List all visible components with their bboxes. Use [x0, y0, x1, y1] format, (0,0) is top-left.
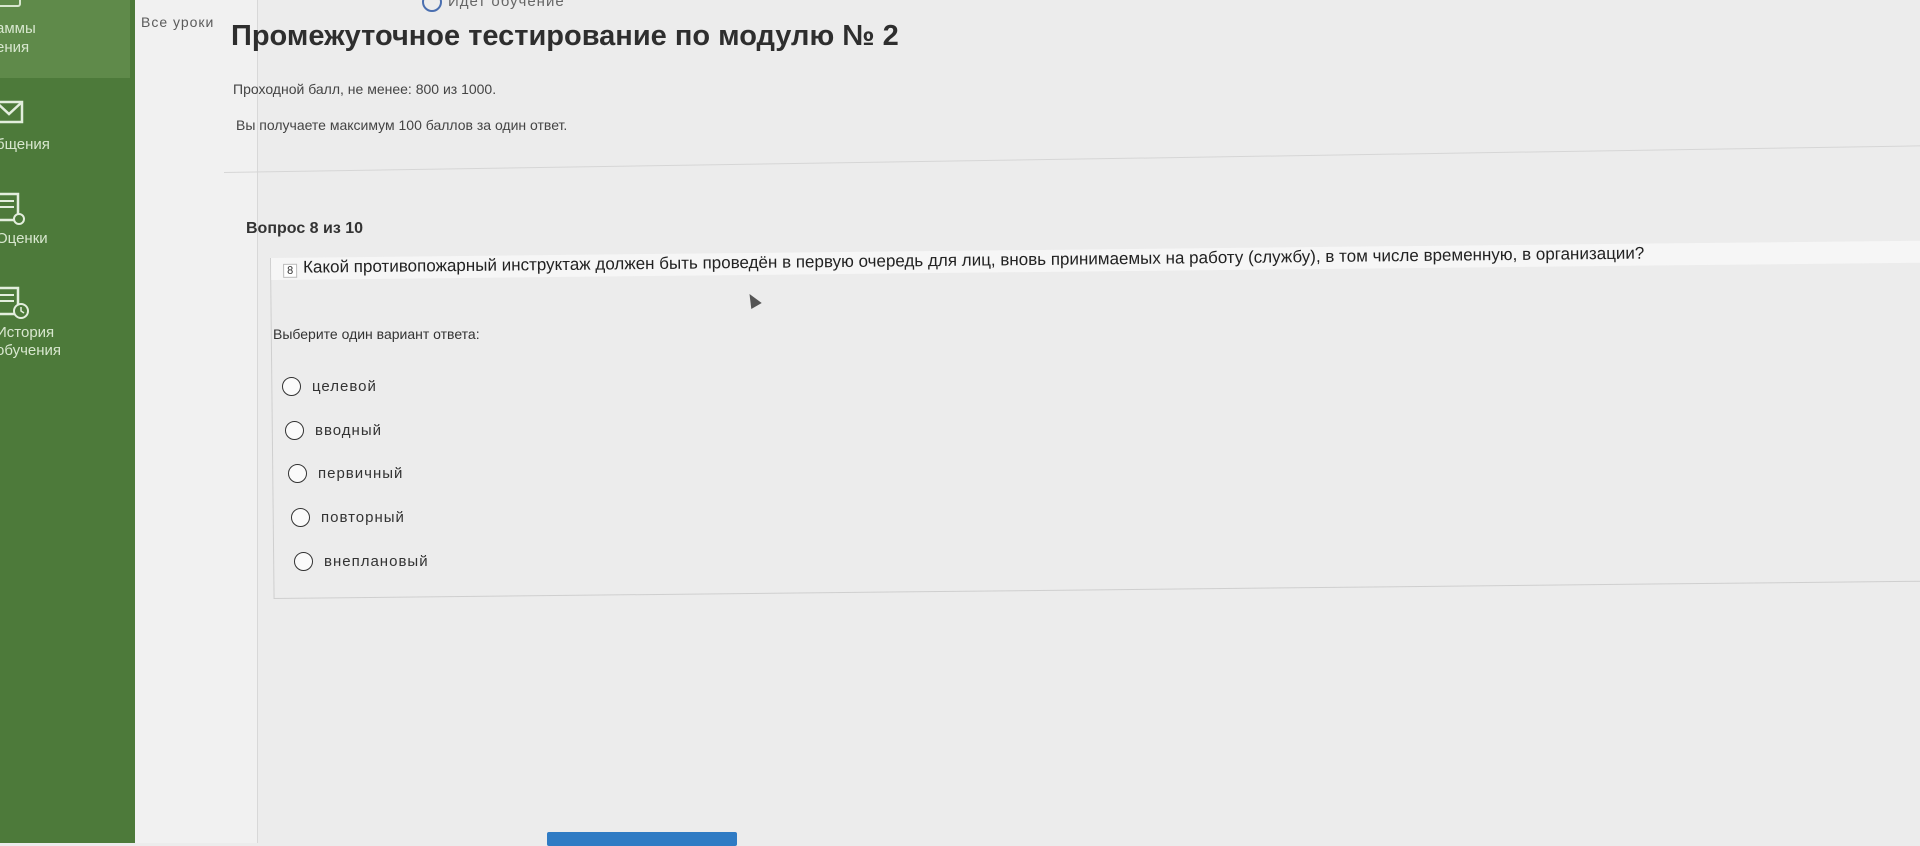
sidebar-item-label: История [0, 324, 55, 341]
sidebar-item-grades[interactable]: Оценки [0, 192, 130, 252]
all-lessons-link[interactable]: Все уроки [141, 14, 214, 30]
answer-instruction: Выберите один вариант ответа: [273, 326, 480, 342]
radio-button[interactable] [288, 464, 307, 483]
radio-button[interactable] [285, 421, 304, 440]
answer-option[interactable]: вводный [285, 421, 382, 440]
answer-option[interactable]: первичный [288, 464, 403, 483]
grades-icon [0, 192, 28, 230]
sidebar-item-history[interactable]: История обучения [0, 286, 130, 362]
question-header: 8 Какой противопожарный инструктаж долже… [270, 240, 1920, 280]
status-text: Идет обучение [448, 0, 565, 10]
option-label: целевой [312, 378, 377, 395]
mail-icon [0, 98, 28, 132]
sidebar-item-label: ения [0, 39, 30, 56]
passing-score: Проходной балл, не менее: 800 из 1000. [233, 81, 497, 97]
points-info: Вы получаете максимум 100 баллов за один… [236, 117, 568, 133]
programs-icon [0, 0, 24, 14]
sidebar-item-label: Оценки [0, 230, 48, 247]
sidebar-item-label: бщения [0, 136, 50, 153]
question-number-badge: 8 [283, 263, 298, 278]
sidebar: аммы ения бщения Оценки История обучения [0, 0, 135, 843]
question-card: 8 Какой противопожарный инструктаж долже… [270, 240, 1920, 599]
divider [224, 145, 1920, 173]
answer-option[interactable]: внеплановый [294, 552, 429, 571]
radio-button[interactable] [294, 552, 313, 571]
main-content: Идет обучение Промежуточное тестирование… [224, 0, 1920, 846]
sidebar-item-programs[interactable]: аммы ения [0, 0, 130, 78]
radio-button[interactable] [291, 508, 310, 527]
page-title: Промежуточное тестирование по модулю № 2 [231, 20, 899, 52]
option-label: внеплановый [324, 553, 429, 570]
sidebar-item-label: аммы [0, 20, 36, 37]
option-label: первичный [318, 465, 404, 482]
option-label: повторный [321, 509, 405, 526]
chevron-down-icon [422, 0, 442, 12]
answer-option[interactable]: повторный [291, 508, 405, 527]
status-indicator: Идет обучение [422, 0, 565, 12]
sidebar-item-messages[interactable]: бщения [0, 98, 130, 158]
sidebar-item-label: обучения [0, 342, 62, 359]
option-label: вводный [315, 422, 382, 439]
submit-button[interactable] [547, 832, 737, 846]
history-icon [0, 286, 34, 324]
radio-button[interactable] [282, 377, 301, 396]
question-text: Какой противопожарный инструктаж должен … [302, 243, 1645, 277]
question-counter: Вопрос 8 из 10 [246, 220, 364, 237]
answer-option[interactable]: целевой [282, 377, 377, 396]
